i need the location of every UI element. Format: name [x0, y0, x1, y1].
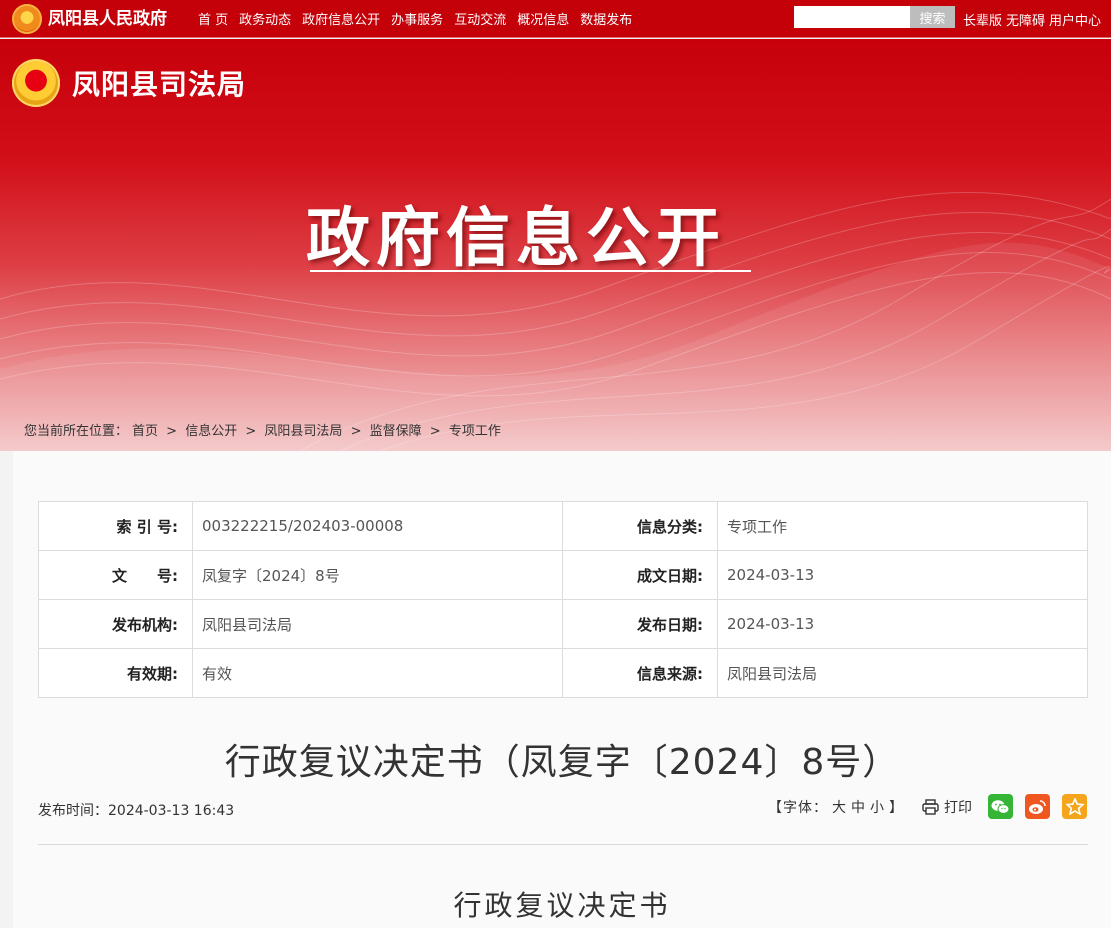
elder-mode-link[interactable]: 长辈版: [963, 10, 1002, 29]
metadata-label: 文 号:: [38, 550, 193, 600]
print-label: 打印: [944, 799, 972, 816]
metadata-label: 发布机构:: [38, 599, 193, 649]
table-row: 索 引 号: 003222215/202403-00008 信息分类: 专项工作: [38, 501, 1088, 551]
favorite-icon: [1065, 798, 1084, 815]
font-size-selector: 【字体：大中小】: [766, 797, 906, 817]
national-emblem-icon: [12, 59, 60, 107]
article-title: 行政复议决定书（凤复字〔2024〕8号）: [224, 742, 900, 783]
department-header: 凤阳县司法局: [12, 59, 246, 107]
site-name: 凤阳县人民政府: [48, 8, 167, 29]
search-button[interactable]: 搜索: [910, 6, 955, 28]
article-body-heading: 行政复议决定书: [453, 889, 671, 922]
top-bar: 凤阳县人民政府 首 页 政务动态 政府信息公开 办事服务 互动交流 概况信息 数…: [0, 0, 1111, 38]
search-box: 搜索: [794, 6, 955, 28]
user-center-link[interactable]: 用户中心: [1049, 10, 1101, 29]
font-size-medium[interactable]: 中: [851, 800, 866, 816]
nav-item-services[interactable]: 办事服务: [391, 9, 443, 28]
banner-title: 政府信息公开: [306, 201, 726, 276]
metadata-value: 凤阳县司法局: [192, 599, 563, 649]
top-links: 长辈版 无障碍 用户中心: [963, 10, 1105, 29]
nav-item-news[interactable]: 政务动态: [239, 9, 291, 28]
breadcrumb-item-supervision[interactable]: 监督保障: [370, 424, 422, 439]
breadcrumb-item-info[interactable]: 信息公开: [185, 424, 237, 439]
metadata-label: 发布日期:: [562, 599, 718, 649]
department-name: 凤阳县司法局: [72, 68, 247, 101]
banner-underline: [310, 270, 751, 272]
main-nav: 首 页 政务动态 政府信息公开 办事服务 互动交流 概况信息 数据发布: [198, 9, 643, 28]
font-size-large[interactable]: 大: [832, 800, 847, 816]
metadata-label: 信息来源:: [562, 648, 718, 698]
breadcrumb-separator: >: [429, 424, 441, 439]
font-size-small[interactable]: 小: [870, 800, 885, 816]
nav-item-info-disclosure[interactable]: 政府信息公开: [302, 9, 380, 28]
metadata-value: 2024-03-13: [717, 550, 1088, 600]
site-logo[interactable]: 凤阳县人民政府: [12, 3, 190, 34]
table-row: 有效期: 有效 信息来源: 凤阳县司法局: [38, 648, 1088, 698]
metadata-value: 凤复字〔2024〕8号: [192, 550, 563, 600]
breadcrumb-item-special-work[interactable]: 专项工作: [449, 424, 501, 439]
wechat-icon: [991, 799, 1010, 814]
divider: [38, 844, 1088, 845]
breadcrumb-separator: >: [166, 424, 178, 439]
font-size-label-open: 【字体：: [768, 799, 828, 816]
breadcrumb-item-home[interactable]: 首页: [132, 424, 158, 439]
banner: 凤阳县司法局 政府信息公开 您当前所在位置： 首页 > 信息公开 > 凤阳县司法局…: [0, 39, 1111, 451]
metadata-value: 2024-03-13: [717, 599, 1088, 649]
accessibility-link[interactable]: 无障碍: [1006, 10, 1045, 29]
article-tools: 【字体：大中小】 打印: [766, 794, 1087, 819]
search-input[interactable]: [794, 6, 910, 28]
publish-time: 发布时间：2024-03-13 16:43: [38, 803, 235, 819]
breadcrumb-prefix: 您当前所在位置：: [24, 424, 129, 439]
metadata-label: 有效期:: [38, 648, 193, 698]
share-weibo-button[interactable]: [1025, 794, 1050, 819]
site-emblem-icon: [12, 3, 42, 34]
metadata-value: 凤阳县司法局: [717, 648, 1088, 698]
content-card: 索 引 号: 003222215/202403-00008 信息分类: 专项工作…: [13, 451, 1111, 928]
metadata-value: 有效: [192, 648, 563, 698]
metadata-value: 003222215/202403-00008: [192, 501, 563, 551]
breadcrumb-item-department[interactable]: 凤阳县司法局: [264, 424, 342, 439]
metadata-label: 信息分类:: [562, 501, 718, 551]
metadata-value: 专项工作: [717, 501, 1088, 551]
weibo-icon: [1029, 799, 1046, 814]
table-row: 发布机构: 凤阳县司法局 发布日期: 2024-03-13: [38, 599, 1088, 649]
nav-item-interaction[interactable]: 互动交流: [454, 9, 506, 28]
add-favorite-button[interactable]: [1062, 794, 1087, 819]
print-button[interactable]: 打印: [922, 797, 972, 817]
nav-item-overview[interactable]: 概况信息: [517, 9, 569, 28]
metadata-label: 成文日期:: [562, 550, 718, 600]
printer-icon: [922, 798, 939, 815]
font-size-label-close: 】: [889, 799, 904, 816]
breadcrumb: 您当前所在位置： 首页 > 信息公开 > 凤阳县司法局 > 监督保障 > 专项工作: [24, 420, 505, 439]
table-row: 文 号: 凤复字〔2024〕8号 成文日期: 2024-03-13: [38, 550, 1088, 600]
metadata-table: 索 引 号: 003222215/202403-00008 信息分类: 专项工作…: [38, 501, 1088, 698]
metadata-label: 索 引 号:: [38, 501, 193, 551]
share-wechat-button[interactable]: [988, 794, 1013, 819]
nav-item-home[interactable]: 首 页: [198, 9, 228, 28]
nav-item-data[interactable]: 数据发布: [580, 9, 632, 28]
breadcrumb-separator: >: [245, 424, 257, 439]
breadcrumb-separator: >: [350, 424, 362, 439]
